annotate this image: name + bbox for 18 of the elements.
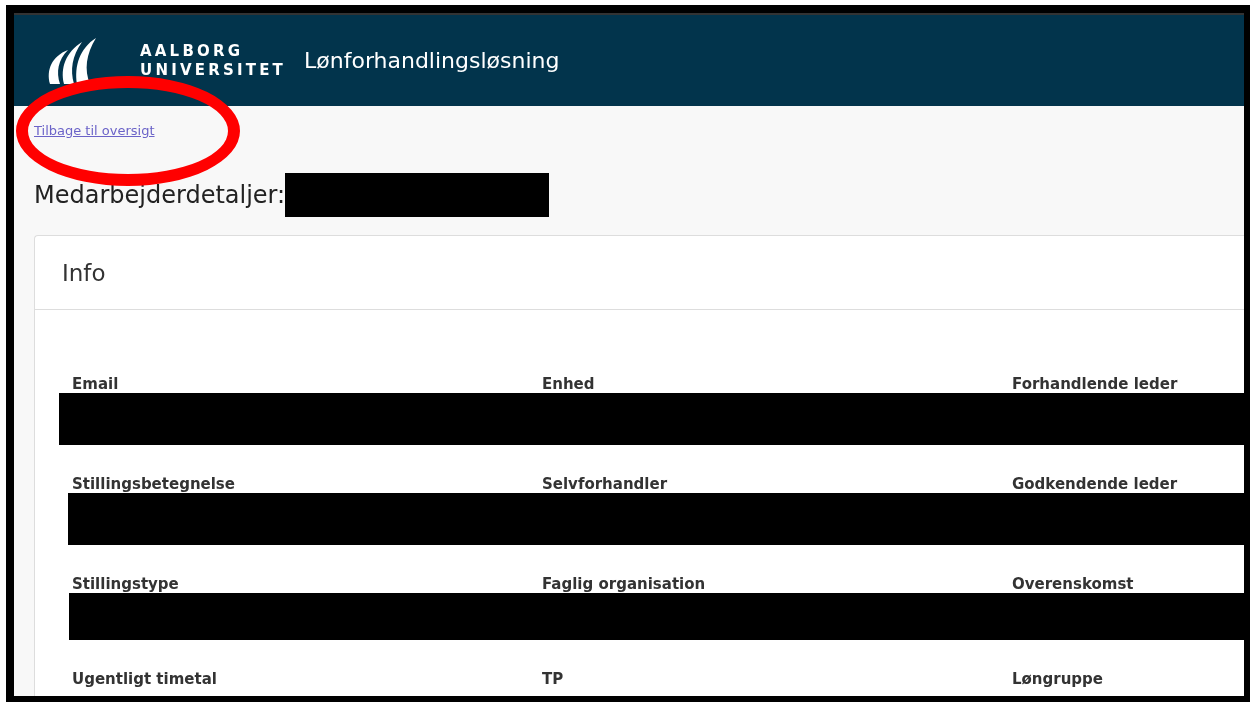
field-label: Løngruppe [1012,670,1104,688]
page-title: Medarbejderdetaljer: [34,181,286,209]
logo-text: UNIVERSITET [140,60,286,80]
field-label: Faglig organisation [542,575,707,593]
field-label: Godkendende leder [1012,475,1179,493]
field-label: TP [542,670,565,688]
card-title: Info [62,259,106,286]
logo-text: AALBORG [140,41,245,61]
field-label: Selvforhandler [542,475,669,493]
app-title: Lønforhandlingsløsning [304,48,560,73]
field-label: Forhandlende leder [1012,375,1179,393]
field-label: Overenskomst [1012,575,1135,593]
back-link[interactable]: Tilbage til oversigt [34,122,155,138]
field-label: Stillingstype [72,575,180,593]
field-label: Stillingsbetegnelse [72,475,236,493]
field-label: Ugentligt timetal [72,670,218,688]
field-label: Enhed [542,375,596,393]
field-label: Email [72,375,120,393]
